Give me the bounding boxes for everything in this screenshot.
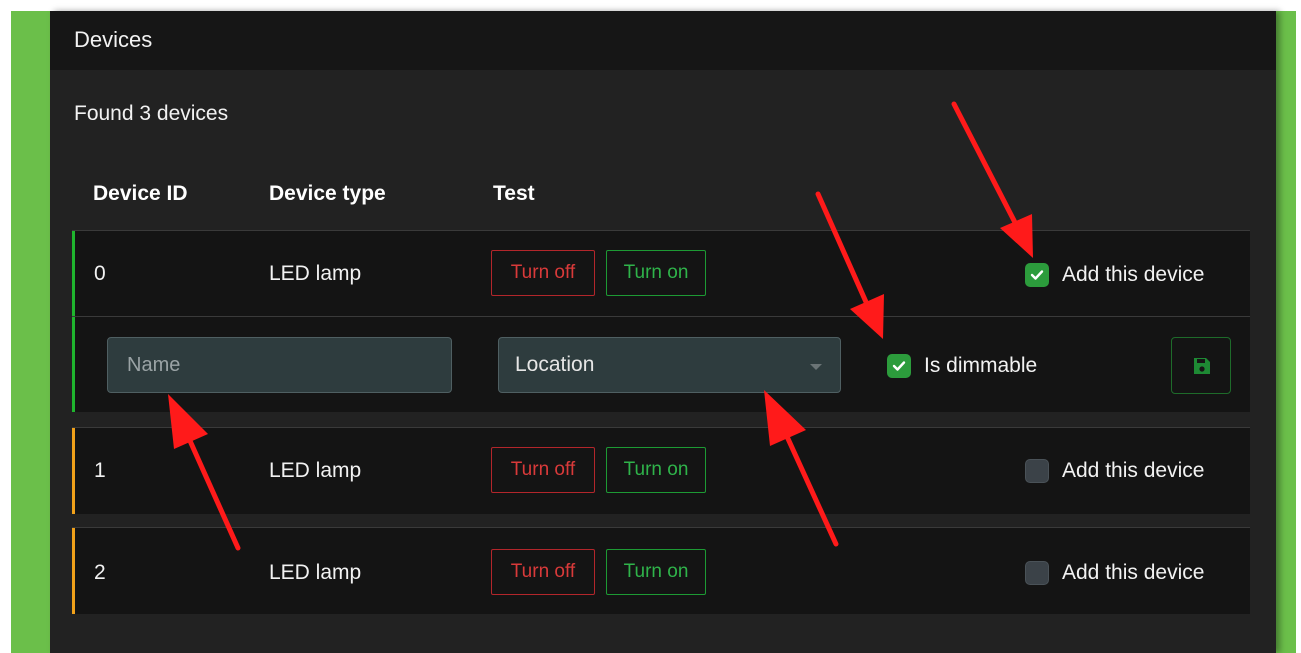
device-row-0: 0 LED lamp Turn off Turn on Add this dev… [72, 230, 1250, 412]
device-row-1: 1 LED lamp Turn off Turn on Add this dev… [72, 427, 1250, 514]
add-device-checkbox[interactable] [1025, 561, 1049, 585]
add-device-label: Add this device [1062, 459, 1205, 482]
add-device-label: Add this device [1062, 561, 1205, 584]
column-header-device-id: Device ID [93, 182, 188, 205]
location-select[interactable]: Location [498, 337, 841, 393]
devices-panel: Devices Found 3 devices Device ID Device… [50, 11, 1276, 653]
add-device-checkbox[interactable] [1025, 263, 1049, 287]
found-devices-text: Found 3 devices [74, 102, 229, 125]
add-device-label: Add this device [1062, 263, 1205, 286]
panel-header: Devices [50, 11, 1276, 70]
turn-off-button[interactable]: Turn off [491, 447, 595, 493]
device-id-cell: 0 [94, 262, 106, 285]
turn-on-button[interactable]: Turn on [606, 447, 706, 493]
turn-on-button[interactable]: Turn on [606, 250, 706, 296]
save-button[interactable] [1171, 337, 1231, 394]
chevron-down-icon [810, 364, 822, 370]
turn-off-button[interactable]: Turn off [491, 250, 595, 296]
floppy-disk-icon [1194, 358, 1210, 374]
device-type-cell: LED lamp [269, 561, 362, 584]
dimmable-checkbox[interactable] [887, 354, 911, 378]
row-status-accent [72, 528, 75, 614]
add-device-checkbox[interactable] [1025, 459, 1049, 483]
device-id-cell: 1 [94, 459, 106, 482]
turn-off-button[interactable]: Turn off [491, 549, 595, 595]
device-id-cell: 2 [94, 561, 106, 584]
device-type-cell: LED lamp [269, 262, 362, 285]
device-row-2: 2 LED lamp Turn off Turn on Add this dev… [72, 527, 1250, 614]
checkmark-icon [892, 361, 906, 371]
location-select-value: Location [515, 353, 595, 376]
column-header-test: Test [493, 182, 535, 205]
checkmark-icon [1030, 270, 1044, 280]
device-type-cell: LED lamp [269, 459, 362, 482]
device-name-input[interactable] [107, 337, 452, 393]
row-status-accent [72, 428, 75, 514]
dimmable-label: Is dimmable [924, 354, 1038, 377]
turn-on-button[interactable]: Turn on [606, 549, 706, 595]
panel-title: Devices [74, 27, 153, 52]
column-header-device-type: Device type [269, 182, 386, 205]
device-row-0-summary: 0 LED lamp Turn off Turn on Add this dev… [72, 231, 1250, 317]
